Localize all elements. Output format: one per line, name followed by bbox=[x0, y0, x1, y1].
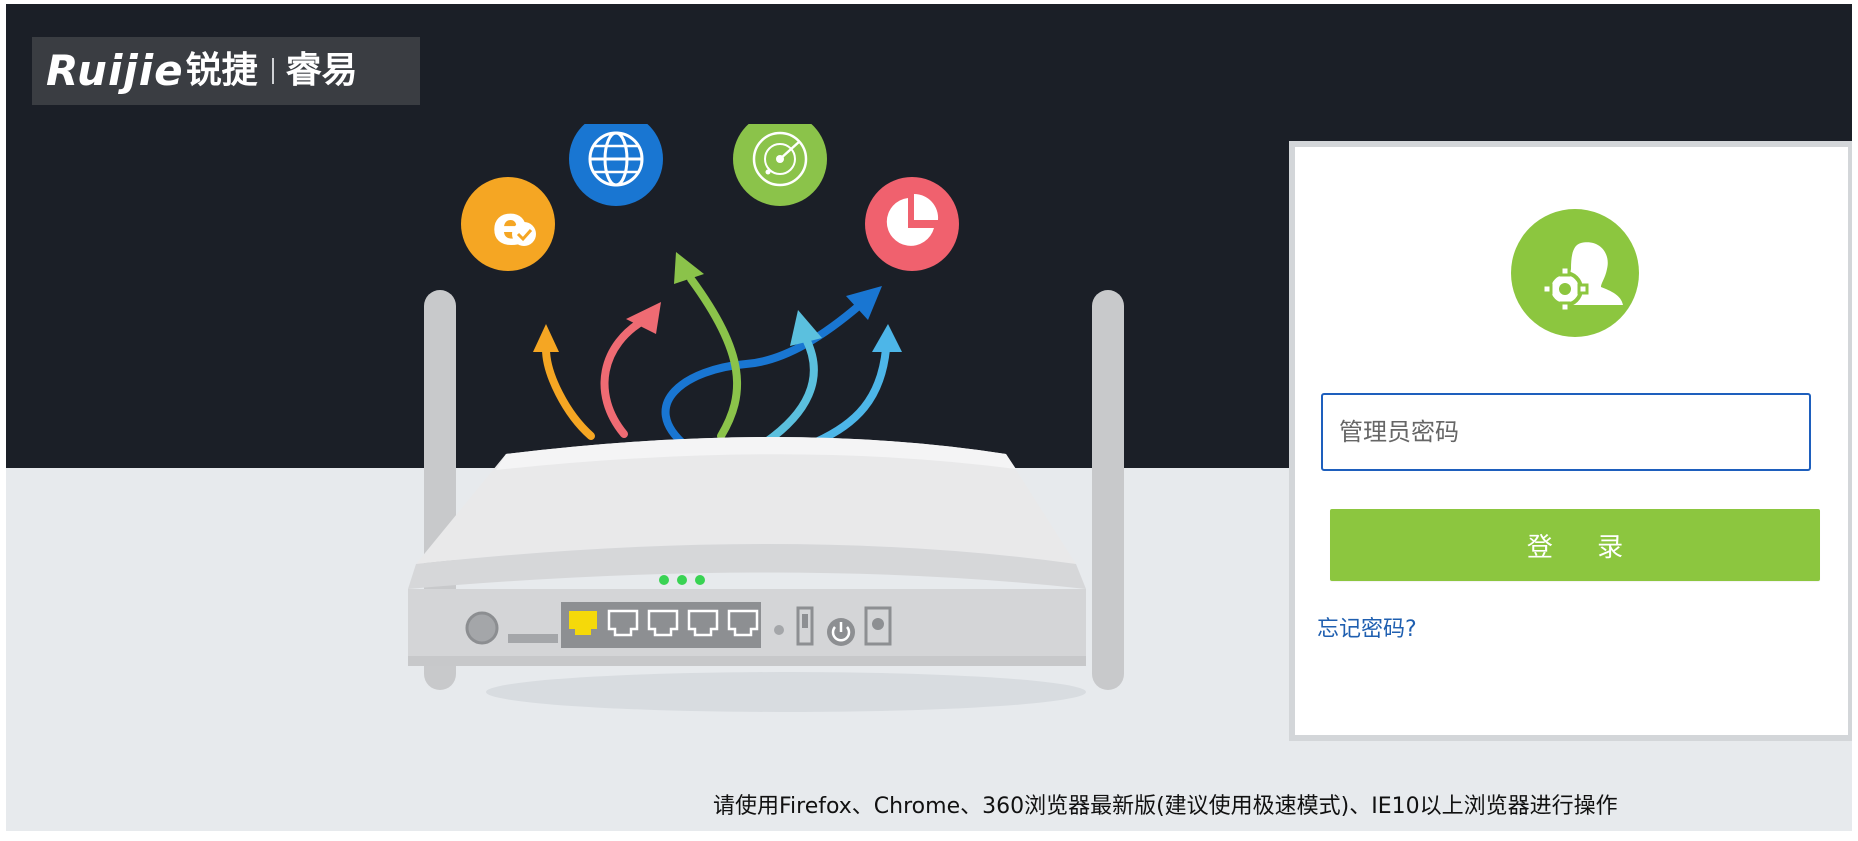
arrow-red bbox=[600, 315, 650, 438]
pie-chart-icon bbox=[865, 177, 959, 271]
logo-divider bbox=[271, 58, 274, 84]
forgot-password-link[interactable]: 忘记密码? bbox=[1317, 611, 1417, 643]
logo-product-name: 睿易 bbox=[285, 50, 358, 91]
admin-avatar-icon bbox=[1511, 209, 1639, 337]
router-shadow bbox=[486, 672, 1086, 712]
reset-port bbox=[465, 611, 499, 645]
reset-pinhole bbox=[774, 625, 784, 635]
arrow-blue bbox=[661, 300, 865, 450]
globe-icon bbox=[569, 124, 663, 206]
arrow-green bbox=[687, 275, 742, 440]
arrow-orange bbox=[542, 345, 595, 440]
ie-icon: e bbox=[461, 177, 555, 271]
browser-notice: 请使用Firefox、Chrome、360浏览器最新版(建议使用极速模式)、IE… bbox=[713, 794, 1618, 819]
login-panel: 登 录 忘记密码? bbox=[1289, 141, 1852, 741]
power-button-icon bbox=[827, 618, 855, 646]
arrow-head-skyblue bbox=[872, 324, 902, 352]
power-switch-toggle bbox=[802, 614, 808, 628]
data-arrows bbox=[542, 275, 890, 450]
login-button[interactable]: 登 录 bbox=[1330, 509, 1820, 581]
login-card: 登 录 忘记密码? bbox=[1295, 147, 1848, 735]
arrow-head-orange bbox=[533, 324, 559, 352]
password-input[interactable] bbox=[1321, 393, 1811, 471]
status-led-3 bbox=[695, 575, 705, 585]
ruijie-logo: Ruijie 锐捷 睿易 bbox=[32, 37, 420, 105]
usb-slot bbox=[508, 634, 558, 643]
router-illustration: e bbox=[408, 124, 1124, 712]
status-led-2 bbox=[677, 575, 687, 585]
logo-brand-latin: Ruijie bbox=[46, 46, 184, 95]
arrow-heads bbox=[533, 252, 902, 352]
right-antenna bbox=[1092, 290, 1124, 690]
radar-icon bbox=[733, 124, 827, 206]
arrow-skyblue bbox=[812, 345, 890, 446]
logo-brand-chinese: 锐捷 bbox=[185, 50, 258, 91]
dc-power-pin bbox=[872, 618, 884, 630]
login-page: Ruijie 锐捷 睿易 e 登 录 忘记密码? 请使用Firefox、Chro… bbox=[6, 4, 1852, 831]
status-led-1 bbox=[659, 575, 669, 585]
